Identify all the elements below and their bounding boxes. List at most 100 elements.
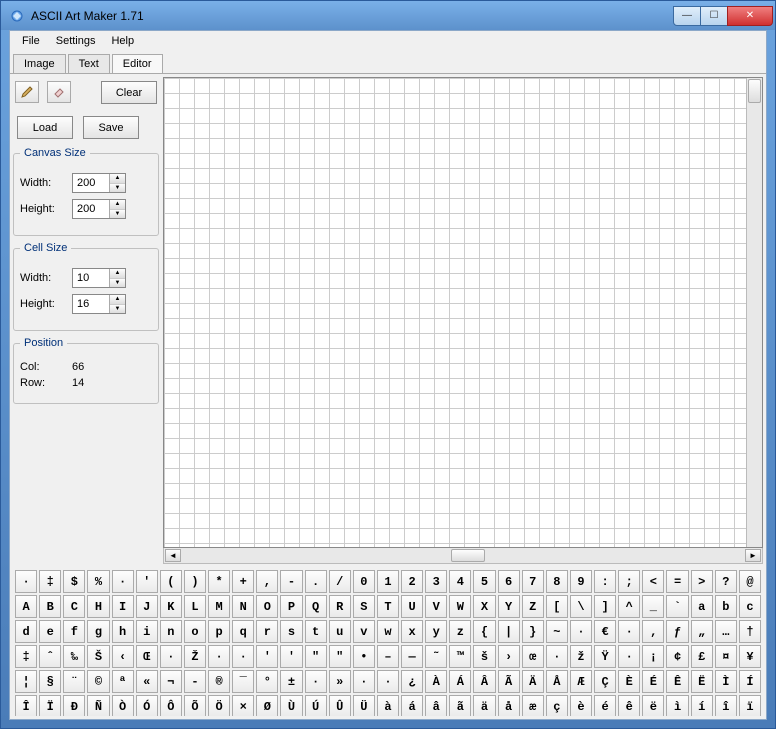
palette-char[interactable]: Û (329, 695, 351, 716)
palette-char[interactable]: ë (642, 695, 664, 716)
palette-char[interactable]: . (305, 570, 327, 593)
palette-char[interactable]: ™ (449, 645, 471, 668)
canvas-width-spinner[interactable]: ▲▼ (72, 173, 126, 193)
palette-char[interactable]: ç (546, 695, 568, 716)
palette-char[interactable]: È (618, 670, 640, 693)
palette-char[interactable]: ‹ (112, 645, 134, 668)
palette-char[interactable]: Ò (112, 695, 134, 716)
palette-char[interactable]: 6 (498, 570, 520, 593)
palette-char[interactable]: · (570, 620, 592, 643)
palette-char[interactable]: · (208, 645, 230, 668)
spin-down-icon[interactable]: ▼ (110, 210, 125, 219)
palette-char[interactable]: Ä (522, 670, 544, 693)
palette-char[interactable]: â (425, 695, 447, 716)
palette-char[interactable]: Ñ (87, 695, 109, 716)
palette-char[interactable]: r (256, 620, 278, 643)
palette-char[interactable]: è (570, 695, 592, 716)
palette-char[interactable]: ¡ (642, 645, 664, 668)
palette-char[interactable]: p (208, 620, 230, 643)
titlebar[interactable]: ASCII Art Maker 1.71 — ☐ ✕ (1, 1, 775, 30)
palette-char[interactable]: 8 (546, 570, 568, 593)
palette-char[interactable]: t (305, 620, 327, 643)
palette-char[interactable]: c (739, 595, 761, 618)
palette-char[interactable]: Í (739, 670, 761, 693)
palette-char[interactable]: i (136, 620, 158, 643)
palette-char[interactable]: · (160, 645, 182, 668)
palette-char[interactable]: U (401, 595, 423, 618)
palette-char[interactable]: Î (15, 695, 37, 716)
palette-char[interactable]: > (691, 570, 713, 593)
palette-char[interactable]: T (377, 595, 399, 618)
palette-char[interactable]: é (594, 695, 616, 716)
drawing-grid[interactable] (164, 78, 746, 547)
palette-char[interactable]: - (184, 670, 206, 693)
palette-char[interactable]: · (377, 670, 399, 693)
palette-char[interactable]: " (329, 645, 351, 668)
palette-char[interactable]: » (329, 670, 351, 693)
palette-char[interactable]: a (691, 595, 713, 618)
palette-char[interactable]: ‡ (39, 570, 61, 593)
palette-char[interactable]: ] (594, 595, 616, 618)
spin-up-icon[interactable]: ▲ (110, 269, 125, 279)
palette-char[interactable]: ¿ (401, 670, 423, 693)
palette-char[interactable]: A (15, 595, 37, 618)
palette-char[interactable]: h (112, 620, 134, 643)
maximize-button[interactable]: ☐ (700, 6, 728, 26)
menu-settings[interactable]: Settings (48, 33, 104, 49)
palette-char[interactable]: Ã (498, 670, 520, 693)
horizontal-scrollbar[interactable]: ◄ ► (163, 548, 763, 564)
palette-char[interactable]: ª (112, 670, 134, 693)
palette-char[interactable]: n (160, 620, 182, 643)
palette-char[interactable]: 3 (425, 570, 447, 593)
palette-char[interactable]: ‡ (15, 645, 37, 668)
palette-char[interactable]: « (136, 670, 158, 693)
palette-char[interactable]: 0 (353, 570, 375, 593)
palette-char[interactable]: 2 (401, 570, 423, 593)
palette-char[interactable]: g (87, 620, 109, 643)
eraser-tool[interactable] (47, 81, 71, 103)
palette-char[interactable]: ° (256, 670, 278, 693)
palette-char[interactable]: – (377, 645, 399, 668)
palette-char[interactable]: ' (256, 645, 278, 668)
palette-char[interactable]: o (184, 620, 206, 643)
palette-char[interactable]: · (546, 645, 568, 668)
palette-char[interactable]: · (618, 645, 640, 668)
palette-char[interactable]: < (642, 570, 664, 593)
palette-char[interactable]: L (184, 595, 206, 618)
palette-char[interactable]: · (618, 620, 640, 643)
scroll-right-icon[interactable]: ► (745, 549, 761, 562)
palette-char[interactable]: Â (473, 670, 495, 693)
save-button[interactable]: Save (83, 116, 139, 139)
palette-char[interactable]: ¨ (63, 670, 85, 693)
palette-char[interactable]: 1 (377, 570, 399, 593)
palette-char[interactable]: ^ (618, 595, 640, 618)
palette-char[interactable]: Ù (280, 695, 302, 716)
palette-char[interactable]: { (473, 620, 495, 643)
cell-height-input[interactable] (73, 295, 109, 313)
spin-down-icon[interactable]: ▼ (110, 305, 125, 314)
palette-char[interactable]: ' (280, 645, 302, 668)
palette-char[interactable]: - (280, 570, 302, 593)
palette-char[interactable]: e (39, 620, 61, 643)
palette-char[interactable]: Ú (305, 695, 327, 716)
palette-char[interactable]: K (160, 595, 182, 618)
spin-up-icon[interactable]: ▲ (110, 295, 125, 305)
minimize-button[interactable]: — (673, 6, 701, 26)
palette-char[interactable]: ¢ (666, 645, 688, 668)
spin-up-icon[interactable]: ▲ (110, 174, 125, 184)
palette-char[interactable]: Š (87, 645, 109, 668)
palette-char[interactable]: I (112, 595, 134, 618)
palette-char[interactable]: % (87, 570, 109, 593)
palette-char[interactable]: b (715, 595, 737, 618)
palette-char[interactable]: ; (618, 570, 640, 593)
palette-char[interactable]: ¦ (15, 670, 37, 693)
spin-down-icon[interactable]: ▼ (110, 184, 125, 193)
palette-char[interactable]: : (594, 570, 616, 593)
palette-char[interactable]: Õ (184, 695, 206, 716)
palette-char[interactable]: ï (739, 695, 761, 716)
palette-char[interactable]: ‚ (642, 620, 664, 643)
palette-char[interactable]: f (63, 620, 85, 643)
palette-char[interactable]: Ì (715, 670, 737, 693)
palette-char[interactable]: á (401, 695, 423, 716)
palette-char[interactable]: · (305, 670, 327, 693)
